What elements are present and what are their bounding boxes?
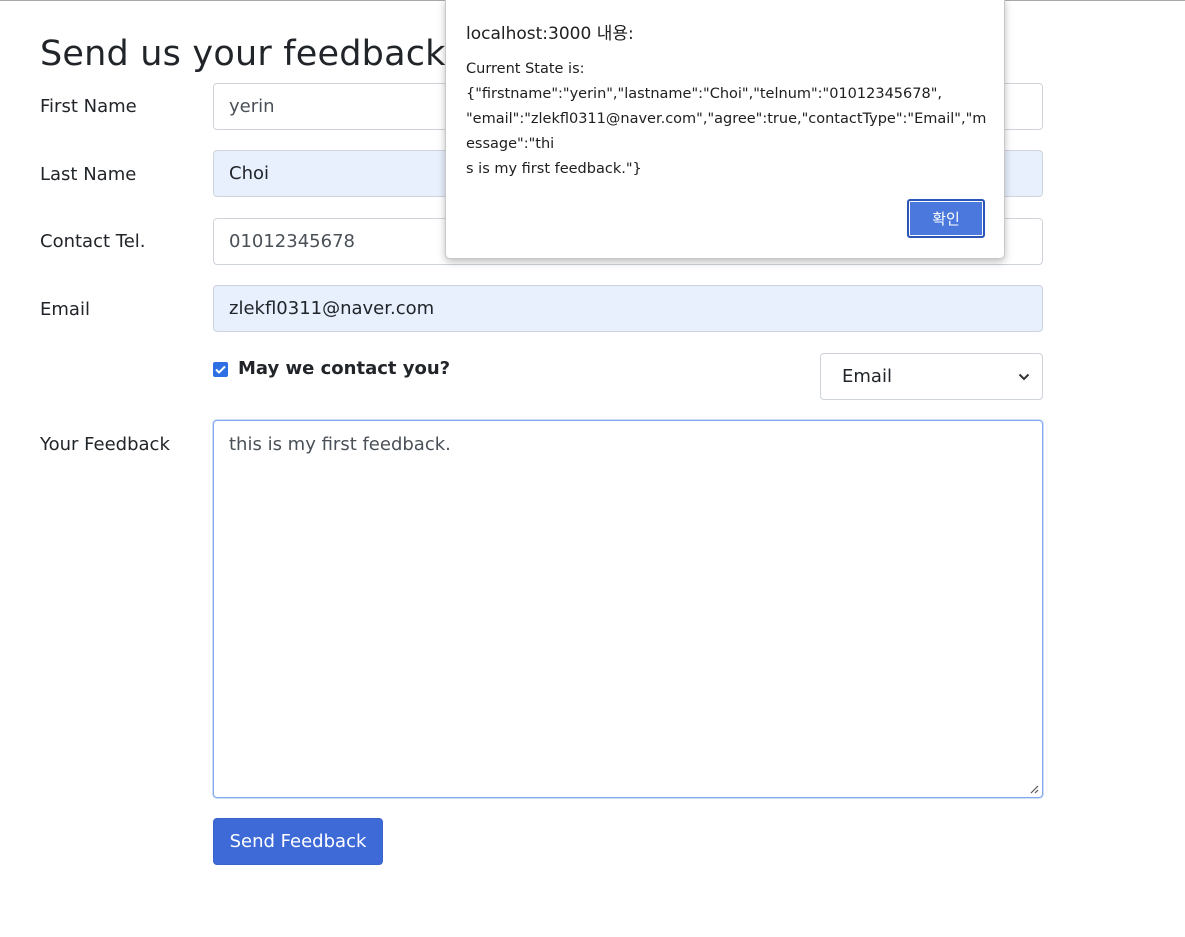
send-feedback-button[interactable]: Send Feedback — [213, 818, 383, 865]
alert-title: localhost:3000 내용: — [466, 24, 634, 44]
lastname-label: Last Name — [40, 164, 137, 185]
agree-checkbox[interactable] — [213, 361, 228, 377]
email-label: Email — [40, 299, 90, 320]
feedback-page: Send us your feedback First Name Last Na… — [0, 0, 1185, 937]
telnum-label: Contact Tel. — [40, 231, 146, 252]
email-input[interactable] — [213, 285, 1043, 332]
contact-type-selected: Email — [842, 366, 892, 387]
feedback-textarea[interactable]: this is my first feedback. — [213, 420, 1043, 798]
feedback-text: this is my first feedback. — [229, 434, 451, 455]
check-icon — [215, 365, 226, 374]
alert-dialog: localhost:3000 내용: Current State is: {"f… — [445, 0, 1005, 259]
feedback-label: Your Feedback — [40, 434, 170, 455]
chevron-down-icon — [1018, 373, 1030, 380]
resize-grip-icon[interactable] — [1029, 784, 1039, 794]
agree-checkbox-group: May we contact you? — [213, 357, 450, 381]
alert-ok-button[interactable]: 확인 — [907, 199, 985, 238]
firstname-label: First Name — [40, 96, 137, 117]
agree-label: May we contact you? — [238, 358, 451, 379]
contact-type-select[interactable]: Email — [820, 353, 1043, 400]
page-title: Send us your feedback — [40, 34, 446, 74]
alert-message: Current State is: {"firstname":"yerin","… — [466, 61, 987, 177]
